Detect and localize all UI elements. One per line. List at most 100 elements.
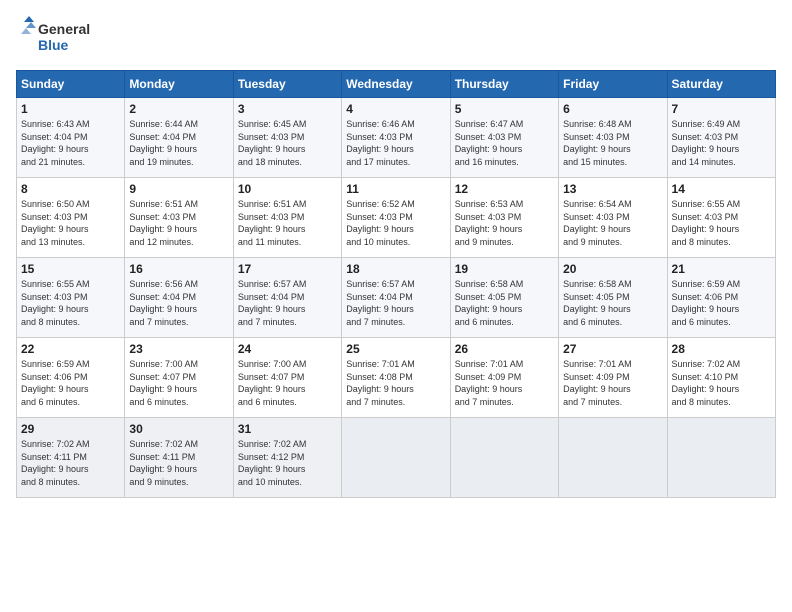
calendar-day-cell: 2Sunrise: 6:44 AM Sunset: 4:04 PM Daylig… (125, 98, 233, 178)
calendar-day-cell: 10 Sunrise: 6:51 AM Sunset: 4:03 PM Dayli… (233, 178, 341, 258)
calendar-day-cell: 27 Sunrise: 7:01 AM Sunset: 4:09 PM Dayli… (559, 338, 667, 418)
calendar-day-cell: 28 Sunrise: 7:02 AM Sunset: 4:10 PM Dayli… (667, 338, 775, 418)
calendar-day-cell: 9Sunrise: 6:51 AM Sunset: 4:03 PM Daylig… (125, 178, 233, 258)
day-info: Sunrise: 7:01 AM Sunset: 4:09 PM Dayligh… (563, 358, 662, 408)
calendar-week-row: 8 Sunrise: 6:50 AM Sunset: 4:03 PM Daylig… (17, 178, 776, 258)
day-number: 11 (346, 182, 445, 196)
day-number: 5 (455, 102, 554, 116)
day-number: 28 (672, 342, 771, 356)
day-number: 22 (21, 342, 120, 356)
logo-svg: General Blue (16, 16, 96, 58)
day-number: 16 (129, 262, 228, 276)
weekday-header-cell: Saturday (667, 71, 775, 98)
weekday-header-cell: Wednesday (342, 71, 450, 98)
day-number: 1 (21, 102, 120, 116)
day-info: Sunrise: 6:55 AM Sunset: 4:03 PM Dayligh… (21, 278, 120, 328)
day-number: 27 (563, 342, 662, 356)
day-info: Sunrise: 6:57 AM Sunset: 4:04 PM Dayligh… (238, 278, 337, 328)
calendar-day-cell: 1 Sunrise: 6:43 AM Sunset: 4:04 PM Daylig… (17, 98, 125, 178)
weekday-header-cell: Monday (125, 71, 233, 98)
day-info: Sunrise: 7:02 AM Sunset: 4:10 PM Dayligh… (672, 358, 771, 408)
calendar-week-row: 15 Sunrise: 6:55 AM Sunset: 4:03 PM Dayli… (17, 258, 776, 338)
day-number: 20 (563, 262, 662, 276)
day-number: 31 (238, 422, 337, 436)
day-info: Sunrise: 6:58 AM Sunset: 4:05 PM Dayligh… (563, 278, 662, 328)
calendar-day-cell: 23 Sunrise: 7:00 AM Sunset: 4:07 PM Dayli… (125, 338, 233, 418)
calendar-day-cell: 5 Sunrise: 6:47 AM Sunset: 4:03 PM Daylig… (450, 98, 558, 178)
calendar-day-cell: 3Sunrise: 6:45 AM Sunset: 4:03 PM Daylig… (233, 98, 341, 178)
weekday-header-cell: Thursday (450, 71, 558, 98)
day-info: Sunrise: 6:48 AM Sunset: 4:03 PM Dayligh… (563, 118, 662, 168)
day-number: 15 (21, 262, 120, 276)
calendar-day-cell: 12Sunrise: 6:53 AM Sunset: 4:03 PM Dayli… (450, 178, 558, 258)
day-info: Sunrise: 6:45 AM Sunset: 4:03 PM Dayligh… (238, 118, 337, 168)
calendar-week-row: 22Sunrise: 6:59 AM Sunset: 4:06 PM Dayli… (17, 338, 776, 418)
weekday-header-row: SundayMondayTuesdayWednesdayThursdayFrid… (17, 71, 776, 98)
calendar-day-cell: 15 Sunrise: 6:55 AM Sunset: 4:03 PM Dayli… (17, 258, 125, 338)
calendar-day-cell: 21 Sunrise: 6:59 AM Sunset: 4:06 PM Dayli… (667, 258, 775, 338)
day-info: Sunrise: 6:51 AM Sunset: 4:03 PM Dayligh… (238, 198, 337, 248)
calendar-day-cell: 17 Sunrise: 6:57 AM Sunset: 4:04 PM Dayli… (233, 258, 341, 338)
calendar-week-row: 29 Sunrise: 7:02 AM Sunset: 4:11 PM Dayli… (17, 418, 776, 498)
day-info: Sunrise: 6:50 AM Sunset: 4:03 PM Dayligh… (21, 198, 120, 248)
day-info: Sunrise: 6:57 AM Sunset: 4:04 PM Dayligh… (346, 278, 445, 328)
day-number: 30 (129, 422, 228, 436)
calendar-day-cell: 24Sunrise: 7:00 AM Sunset: 4:07 PM Dayli… (233, 338, 341, 418)
day-info: Sunrise: 7:01 AM Sunset: 4:08 PM Dayligh… (346, 358, 445, 408)
weekday-header-cell: Tuesday (233, 71, 341, 98)
day-info: Sunrise: 6:55 AM Sunset: 4:03 PM Dayligh… (672, 198, 771, 248)
day-info: Sunrise: 7:00 AM Sunset: 4:07 PM Dayligh… (129, 358, 228, 408)
day-info: Sunrise: 6:58 AM Sunset: 4:05 PM Dayligh… (455, 278, 554, 328)
calendar-day-cell: 31 Sunrise: 7:02 AM Sunset: 4:12 PM Dayli… (233, 418, 341, 498)
svg-text:General: General (38, 21, 90, 37)
calendar-day-cell (342, 418, 450, 498)
day-number: 23 (129, 342, 228, 356)
day-number: 10 (238, 182, 337, 196)
day-info: Sunrise: 6:56 AM Sunset: 4:04 PM Dayligh… (129, 278, 228, 328)
calendar-day-cell (667, 418, 775, 498)
day-number: 21 (672, 262, 771, 276)
day-number: 25 (346, 342, 445, 356)
calendar-day-cell: 13 Sunrise: 6:54 AM Sunset: 4:03 PM Dayli… (559, 178, 667, 258)
day-info: Sunrise: 7:00 AM Sunset: 4:07 PM Dayligh… (238, 358, 337, 408)
day-info: Sunrise: 6:47 AM Sunset: 4:03 PM Dayligh… (455, 118, 554, 168)
day-info: Sunrise: 6:54 AM Sunset: 4:03 PM Dayligh… (563, 198, 662, 248)
day-number: 14 (672, 182, 771, 196)
day-info: Sunrise: 7:01 AM Sunset: 4:09 PM Dayligh… (455, 358, 554, 408)
day-number: 26 (455, 342, 554, 356)
calendar-day-cell: 18 Sunrise: 6:57 AM Sunset: 4:04 PM Dayli… (342, 258, 450, 338)
calendar-table: SundayMondayTuesdayWednesdayThursdayFrid… (16, 70, 776, 498)
day-number: 29 (21, 422, 120, 436)
calendar-day-cell: 7 Sunrise: 6:49 AM Sunset: 4:03 PM Daylig… (667, 98, 775, 178)
day-info: Sunrise: 6:49 AM Sunset: 4:03 PM Dayligh… (672, 118, 771, 168)
day-number: 4 (346, 102, 445, 116)
weekday-header-cell: Sunday (17, 71, 125, 98)
day-info: Sunrise: 7:02 AM Sunset: 4:11 PM Dayligh… (129, 438, 228, 488)
day-number: 7 (672, 102, 771, 116)
day-number: 13 (563, 182, 662, 196)
header: General Blue (16, 16, 776, 58)
day-info: Sunrise: 6:46 AM Sunset: 4:03 PM Dayligh… (346, 118, 445, 168)
calendar-day-cell: 4 Sunrise: 6:46 AM Sunset: 4:03 PM Daylig… (342, 98, 450, 178)
day-number: 6 (563, 102, 662, 116)
calendar-day-cell: 6 Sunrise: 6:48 AM Sunset: 4:03 PM Daylig… (559, 98, 667, 178)
calendar-day-cell: 29Sunrise: 7:02 AM Sunset: 4:11 PM Dayli… (17, 418, 125, 498)
day-number: 8 (21, 182, 120, 196)
weekday-header-cell: Friday (559, 71, 667, 98)
day-info: Sunrise: 6:51 AM Sunset: 4:03 PM Dayligh… (129, 198, 228, 248)
calendar-day-cell: 22Sunrise: 6:59 AM Sunset: 4:06 PM Dayli… (17, 338, 125, 418)
day-number: 17 (238, 262, 337, 276)
calendar-day-cell: 11 Sunrise: 6:52 AM Sunset: 4:03 PM Dayli… (342, 178, 450, 258)
calendar-week-row: 1 Sunrise: 6:43 AM Sunset: 4:04 PM Daylig… (17, 98, 776, 178)
day-info: Sunrise: 7:02 AM Sunset: 4:12 PM Dayligh… (238, 438, 337, 488)
day-number: 18 (346, 262, 445, 276)
calendar-day-cell: 26 Sunrise: 7:01 AM Sunset: 4:09 PM Dayli… (450, 338, 558, 418)
calendar-day-cell: 20 Sunrise: 6:58 AM Sunset: 4:05 PM Dayli… (559, 258, 667, 338)
day-info: Sunrise: 6:52 AM Sunset: 4:03 PM Dayligh… (346, 198, 445, 248)
day-info: Sunrise: 6:43 AM Sunset: 4:04 PM Dayligh… (21, 118, 120, 168)
day-number: 2 (129, 102, 228, 116)
day-info: Sunrise: 6:53 AM Sunset: 4:03 PM Dayligh… (455, 198, 554, 248)
page-container: General Blue SundayMondayTuesdayWednesda… (0, 0, 792, 506)
svg-text:Blue: Blue (38, 37, 69, 53)
day-info: Sunrise: 6:59 AM Sunset: 4:06 PM Dayligh… (672, 278, 771, 328)
